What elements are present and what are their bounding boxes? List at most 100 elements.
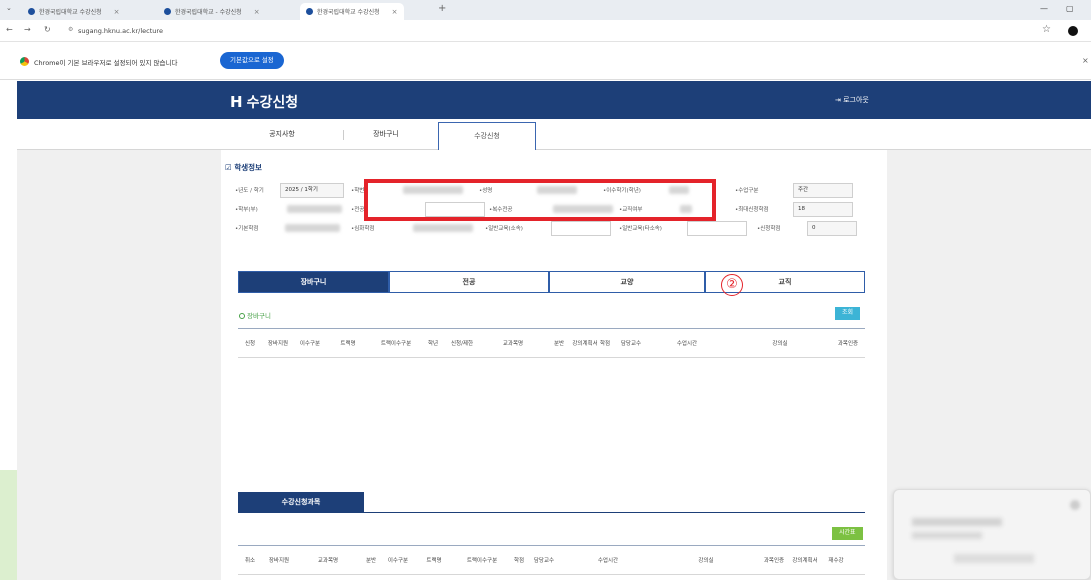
major-label: •전공 [351, 207, 365, 213]
column-header: 강의계획서 [792, 557, 818, 564]
max-credit-value: 18 [793, 202, 853, 217]
hknu-logo-icon: H [230, 93, 243, 111]
annotation-highlight-box [364, 179, 716, 221]
column-header: 재수강 [828, 557, 844, 564]
college-redacted [287, 205, 342, 213]
default-browser-infobar: Chrome이 기본 브라우저로 설정되어 있지 않습니다 기본값으로 설정 × [0, 42, 1091, 80]
column-header: 장바지원 [268, 557, 290, 564]
column-header: 학년 [427, 340, 439, 347]
timetable-button[interactable]: 시간표 [832, 527, 863, 540]
column-header: 분반 [553, 340, 565, 347]
course-type-label: •수업구분 [735, 188, 759, 194]
hknu-favicon-icon [28, 8, 35, 15]
applied-credit-value: 0 [807, 221, 857, 236]
column-header: 과목인증 [837, 340, 859, 347]
close-icon[interactable] [1070, 500, 1080, 510]
site-info-icon[interactable]: ⚙ [68, 26, 73, 33]
basket-subtitle: 장바구니 [239, 310, 271, 320]
redacted-text [912, 532, 982, 539]
tab-major[interactable]: 전공 [389, 271, 549, 293]
logout-link[interactable]: ⇥ 로그아웃 [835, 95, 869, 105]
column-header: 담당교수 [620, 340, 642, 347]
browser-tabstrip: ⌄ 한경국립대학교 수강신청 × 한경국립대학교 - 수강신청 × 한경국립대학… [0, 0, 1091, 20]
main-menu: 공지사항 장바구니 수강신청 [17, 119, 1091, 151]
edit-icon: ☑ [225, 163, 232, 172]
menu-basket[interactable]: 장바구니 [337, 119, 435, 150]
column-header: 강의실 [698, 557, 714, 564]
year-term-value: 2025 / 1학기 [280, 183, 344, 198]
column-header: 분반 [365, 557, 377, 564]
browser-tab-title: 한경국립대학교 수강신청 [317, 9, 380, 16]
browser-tab-title: 한경국립대학교 - 수강신청 [175, 9, 242, 16]
infobar-message: Chrome이 기본 브라우저로 설정되어 있지 않습니다 [34, 59, 178, 67]
column-header: 교과목명 [317, 557, 339, 564]
close-icon[interactable]: × [254, 8, 260, 16]
general-other-label: •일반교육(타소속) [619, 226, 662, 232]
minimize-icon[interactable]: — [1040, 4, 1048, 13]
column-header: 이수구분 [387, 557, 409, 564]
url-field[interactable]: sugang.hknu.ac.kr/lecture [78, 25, 163, 37]
site-title: 수강신청 [246, 95, 299, 111]
basket-table-header: 신청 장바지원 이수구분 트랙명 트랙이수구분 학년 신청/제한 교과목명 분반… [238, 328, 865, 358]
column-header: 트랙명 [426, 557, 442, 564]
hknu-favicon-icon [306, 8, 313, 15]
set-default-button[interactable]: 기본값으로 설정 [220, 52, 284, 69]
forward-icon[interactable]: → [24, 25, 31, 34]
tab-search-chevron-icon[interactable]: ⌄ [6, 4, 12, 12]
left-edge-decoration [0, 470, 17, 580]
student-info-row-3: •기본학점 •심화학점 •일반교육(소속) •일반교육(타소속) •신청학점 0 [235, 220, 875, 238]
maximize-icon[interactable]: ▢ [1066, 4, 1074, 13]
college-label: •학부(부) [235, 207, 258, 213]
close-icon[interactable]: × [392, 8, 398, 16]
redacted-button[interactable] [954, 554, 1034, 563]
tab-general[interactable]: 교양 [549, 271, 705, 293]
column-header: 담당교수 [533, 557, 555, 564]
column-header: 강의계획서 [572, 340, 598, 347]
column-header: 강의실 [772, 340, 788, 347]
student-no-label: •학번 [351, 188, 365, 194]
hknu-favicon-icon [164, 8, 171, 15]
logout-label: 로그아웃 [843, 96, 869, 104]
browser-tab-2[interactable]: 한경국립대학교 - 수강신청 × [158, 3, 266, 20]
student-info-title: ☑ 학생정보 [225, 163, 262, 172]
enrolled-courses-title[interactable]: 수강신청과목 [238, 492, 364, 513]
browser-tab-3-active[interactable]: 한경국립대학교 수강신청 × [300, 3, 404, 20]
reload-icon[interactable]: ↻ [44, 25, 51, 34]
search-button[interactable]: 조회 [835, 307, 861, 320]
course-category-tabs: 장바구니 전공 교양 교직 [238, 271, 865, 293]
chrome-logo-icon [20, 57, 29, 66]
column-header: 트랙이수구분 [466, 557, 498, 564]
browser-tab-title: 한경국립대학교 수강신청 [39, 9, 102, 16]
profile-avatar[interactable] [1068, 26, 1078, 36]
site-logo[interactable]: H 수강신청 [230, 92, 298, 112]
general-other-field [687, 221, 747, 236]
column-header: 교과목명 [502, 340, 524, 347]
column-header: 신청 [244, 340, 256, 347]
tab-basket[interactable]: 장바구니 [238, 271, 389, 293]
notification-popup[interactable] [893, 489, 1091, 580]
max-credit-label: •최대신청학점 [735, 207, 769, 213]
extra-credit-redacted [413, 224, 473, 232]
new-tab-icon[interactable]: + [438, 3, 446, 14]
enrolled-table-header: 취소 장바지원 교과목명 분반 이수구분 트랙명 트랙이수구분 학점 담당교수 … [238, 545, 865, 575]
enrolled-divider [238, 512, 865, 513]
redacted-text [912, 518, 1002, 526]
logout-icon: ⇥ [835, 96, 841, 104]
column-header: 학점 [513, 557, 525, 564]
menu-enrollment[interactable]: 수강신청 [438, 122, 536, 151]
column-header: 학점 [599, 340, 611, 347]
general-own-field [551, 221, 611, 236]
menu-notice[interactable]: 공지사항 [233, 119, 331, 150]
close-icon[interactable]: × [1082, 56, 1089, 65]
year-term-label: •년도 / 학기 [235, 188, 264, 194]
column-header: 과목인증 [763, 557, 785, 564]
column-header: 취소 [244, 557, 256, 564]
general-own-label: •일반교육(소속) [485, 226, 523, 232]
close-icon[interactable]: × [114, 8, 120, 16]
bookmark-star-icon[interactable]: ☆ [1042, 24, 1051, 35]
back-icon[interactable]: ← [6, 25, 13, 34]
column-header: 장바지원 [267, 340, 289, 347]
column-header: 트랙이수구분 [380, 340, 412, 347]
browser-tab-1[interactable]: 한경국립대학교 수강신청 × [22, 3, 126, 20]
extra-credit-label: •심화학점 [351, 226, 375, 232]
